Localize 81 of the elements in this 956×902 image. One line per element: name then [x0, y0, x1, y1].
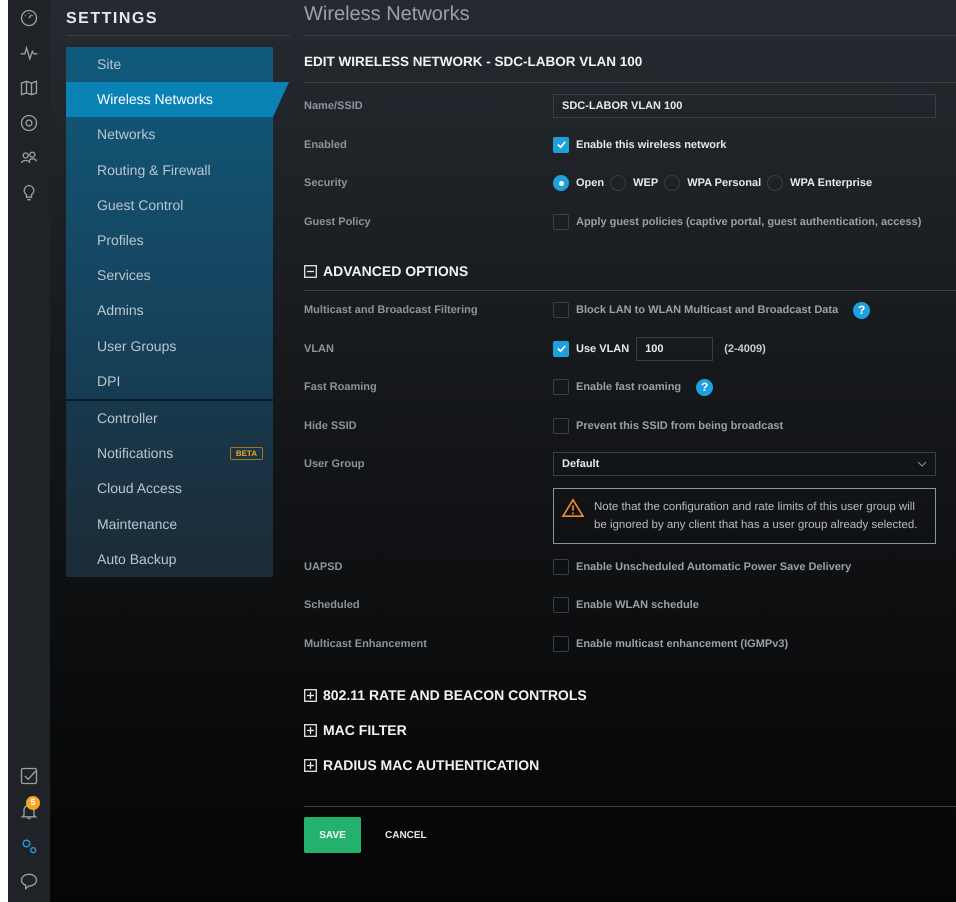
checkbox[interactable]	[553, 636, 569, 652]
expand-icon	[304, 689, 317, 702]
field-label: Security	[304, 176, 348, 191]
checkbox-label: Enable multicast enhancement (IGMPv3)	[576, 636, 788, 652]
form-title: EDIT WIRELESS NETWORK - SDC-LABOR VLAN 100	[304, 36, 956, 83]
checkbox[interactable]	[553, 418, 569, 434]
settings-menu-item[interactable]: Notifications BETA	[66, 436, 273, 472]
section-toggle[interactable]: 802.11 RATE AND BEACON CONTROLS	[304, 685, 956, 706]
settings-menu-item[interactable]: User Groups	[66, 328, 273, 364]
expand-icon	[304, 759, 317, 772]
checkbox[interactable]	[553, 302, 569, 318]
map-icon	[19, 78, 39, 98]
settings-menu-item[interactable]: Controller	[66, 400, 273, 436]
target-icon	[19, 112, 39, 132]
checkbox-label: Enable this wireless network	[576, 138, 726, 152]
radio-label: WPA Personal	[687, 176, 762, 191]
collapse-icon	[304, 265, 317, 278]
checkbox-label: Apply guest policies (captive portal, guest authentication, access)	[576, 214, 922, 230]
checkbox[interactable]	[553, 136, 569, 153]
settings-menu-item[interactable]: Services	[66, 258, 273, 294]
radio-label: WPA Enterprise	[790, 176, 872, 191]
settings-menu-item[interactable]: Networks	[66, 117, 273, 153]
checkmark-icon	[556, 139, 566, 150]
checkbox-label: Enable WLAN schedule	[576, 598, 699, 613]
selection-arrow-icon	[273, 82, 289, 118]
radio-label: WEP	[633, 176, 658, 191]
checkbox-label: Enable fast roaming	[576, 380, 682, 395]
beta-badge: BETA	[230, 447, 263, 460]
settings-menu-item[interactable]: Auto Backup	[66, 542, 273, 577]
settings-menu-item[interactable]: Cloud Access	[66, 471, 273, 506]
vlan-input[interactable]: 100	[636, 336, 714, 361]
settings-title: SETTINGS	[66, 0, 290, 36]
section-toggle[interactable]: MAC FILTER	[304, 720, 956, 741]
field-label: Name/SSID	[304, 99, 364, 114]
radio-button[interactable]	[664, 175, 680, 192]
page-title: Wireless Networks	[304, 0, 956, 36]
chevron-icon	[917, 459, 927, 470]
radio-button[interactable]	[553, 175, 569, 192]
checkmark-icon	[556, 343, 566, 354]
settings-menu-item[interactable]: Maintenance	[66, 506, 273, 542]
checkbox[interactable]	[553, 214, 569, 230]
checkbox[interactable]	[553, 340, 569, 357]
radio-label: Open	[576, 176, 604, 191]
expand-icon	[304, 724, 317, 737]
field-label: Hide SSID	[304, 418, 358, 434]
settings-menu-item[interactable]: Admins	[66, 293, 273, 328]
field-label: Multicast and Broadcast Filtering	[304, 303, 479, 318]
field-label: Fast Roaming	[304, 380, 378, 395]
checklist-icon	[19, 766, 39, 786]
settings-menu-item[interactable]: Site	[66, 47, 273, 82]
checkbox-label: Enable Unscheduled Automatic Power Save Delivery	[576, 560, 852, 574]
field-label: UAPSD	[304, 560, 344, 574]
field-label: User Group	[304, 457, 366, 472]
field-label: Enabled	[304, 138, 348, 152]
checkbox[interactable]	[553, 597, 569, 614]
settings-menu-item[interactable]: Routing & Firewall	[66, 152, 273, 188]
user-group-select[interactable]: Default	[553, 452, 936, 476]
speedometer-icon	[19, 8, 39, 28]
field-label: Guest Policy	[304, 214, 372, 230]
checkbox-label: Block LAN to WLAN Multicast and Broadcast Data	[576, 303, 838, 318]
radio-button[interactable]	[767, 175, 784, 192]
checkbox[interactable]	[553, 558, 569, 575]
field-label: Scheduled	[304, 598, 361, 613]
radio-button[interactable]	[610, 175, 626, 192]
notification-badge: 5	[26, 796, 40, 810]
field-label: VLAN	[304, 342, 335, 356]
checkbox-label: Use VLAN	[576, 342, 630, 356]
field-label: Multicast Enhancement	[304, 636, 428, 652]
range-hint: (2-4009)	[724, 342, 766, 356]
settings-menu-item[interactable]: Profiles	[66, 222, 273, 258]
checkbox[interactable]	[553, 379, 569, 396]
settings-menu-item[interactable]: DPI	[66, 364, 273, 399]
section-toggle[interactable]: RADIUS MAC AUTHENTICATION	[304, 755, 956, 776]
settings-menu-item[interactable]: Guest Control	[66, 188, 273, 223]
checkbox-label: Prevent this SSID from being broadcast	[576, 418, 784, 434]
cancel-button[interactable]: CANCEL	[381, 817, 431, 853]
note-text: Note that the configuration and rate limits of this user group will be ignored by any client that has a user group already selected.	[594, 500, 918, 532]
chat-icon	[19, 870, 39, 890]
ssid-input[interactable]: SDC-LABOR VLAN 100	[553, 94, 936, 118]
warning-icon	[562, 498, 584, 518]
section-toggle[interactable]: ADVANCED OPTIONS	[304, 261, 468, 282]
